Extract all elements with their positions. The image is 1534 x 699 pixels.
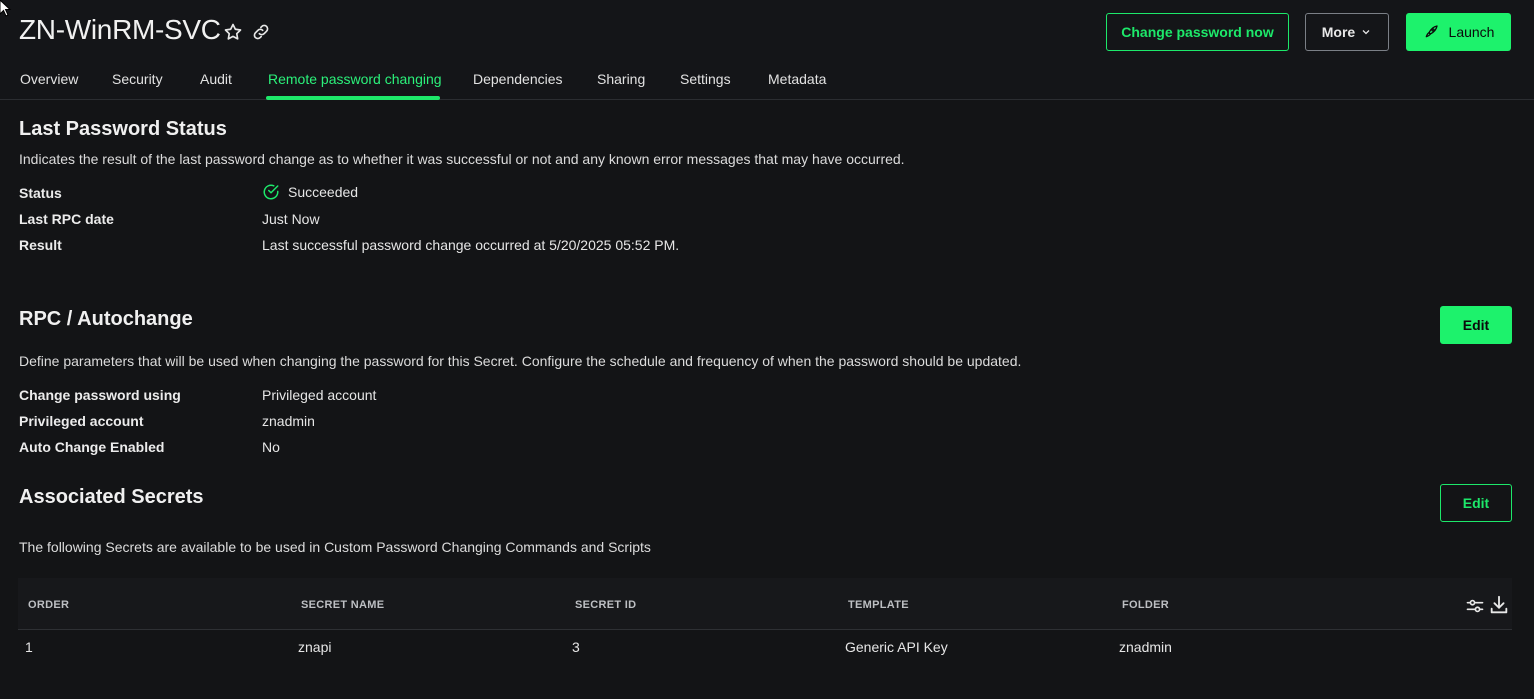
- more-button[interactable]: More: [1305, 13, 1389, 51]
- auto-change-enabled-value: No: [262, 439, 280, 455]
- launch-button[interactable]: Launch: [1406, 13, 1511, 51]
- cell-template: Generic API Key: [845, 639, 948, 655]
- tab-audit[interactable]: Audit: [200, 71, 232, 87]
- mouse-cursor-icon: [0, 0, 12, 17]
- launch-label: Launch: [1448, 24, 1495, 40]
- table-header: ORDER SECRET NAME SECRET ID TEMPLATE FOL…: [18, 578, 1512, 630]
- more-label: More: [1321, 24, 1356, 40]
- page-header: ZN-WinRM-SVC Change password now More La…: [0, 0, 1534, 100]
- tab-remote-password-changing[interactable]: Remote password changing: [268, 71, 442, 87]
- sliders-icon[interactable]: [1465, 596, 1485, 616]
- rocket-icon: [1425, 25, 1438, 38]
- status-value: Succeeded: [262, 183, 358, 201]
- tab-security[interactable]: Security: [112, 71, 163, 87]
- privileged-account-label: Privileged account: [19, 413, 144, 429]
- associated-secrets-edit-button[interactable]: Edit: [1440, 484, 1512, 522]
- associated-secrets-description: The following Secrets are available to b…: [19, 539, 651, 555]
- rpc-edit-button[interactable]: Edit: [1440, 306, 1512, 344]
- tab-overview[interactable]: Overview: [20, 71, 78, 87]
- cell-secret-id: 3: [572, 639, 580, 655]
- active-tab-indicator: [266, 96, 440, 100]
- status-label: Status: [19, 185, 62, 201]
- last-password-status-description: Indicates the result of the last passwor…: [19, 151, 905, 167]
- privileged-account-value: znadmin: [262, 413, 315, 429]
- rpc-autochange-heading: RPC / Autochange: [19, 308, 193, 330]
- associated-secrets-heading: Associated Secrets: [19, 486, 204, 508]
- link-icon[interactable]: [250, 21, 272, 43]
- tab-sharing[interactable]: Sharing: [597, 71, 645, 87]
- rpc-description: Define parameters that will be used when…: [19, 353, 1022, 369]
- star-icon[interactable]: [222, 21, 244, 43]
- cell-folder: znadmin: [1119, 639, 1172, 655]
- change-password-now-label: Change password now: [1121, 24, 1274, 40]
- download-icon[interactable]: [1488, 594, 1510, 616]
- tab-dependencies[interactable]: Dependencies: [473, 71, 563, 87]
- result-value: Last successful password change occurred…: [262, 237, 680, 253]
- cell-order: 1: [25, 639, 33, 655]
- column-header-template[interactable]: TEMPLATE: [848, 599, 909, 611]
- last-rpc-date-label: Last RPC date: [19, 211, 114, 227]
- page-title: ZN-WinRM-SVC: [19, 14, 221, 45]
- column-header-folder[interactable]: FOLDER: [1122, 599, 1169, 611]
- change-password-using-value: Privileged account: [262, 387, 377, 403]
- last-rpc-date-value: Just Now: [262, 211, 320, 227]
- change-password-using-label: Change password using: [19, 387, 181, 403]
- last-password-status-heading: Last Password Status: [19, 118, 227, 140]
- check-circle-icon: [263, 184, 279, 200]
- auto-change-enabled-label: Auto Change Enabled: [19, 439, 165, 455]
- change-password-now-button[interactable]: Change password now: [1106, 13, 1289, 51]
- cell-secret-name[interactable]: znapi: [298, 639, 331, 655]
- column-header-order[interactable]: ORDER: [28, 599, 69, 611]
- tab-settings[interactable]: Settings: [680, 71, 731, 87]
- column-header-secret-name[interactable]: SECRET NAME: [301, 599, 384, 611]
- status-value-text: Succeeded: [288, 184, 359, 200]
- column-header-secret-id[interactable]: SECRET ID: [575, 599, 636, 611]
- chevron-down-icon: [1362, 30, 1370, 35]
- tab-metadata[interactable]: Metadata: [768, 71, 826, 87]
- result-label: Result: [19, 237, 62, 253]
